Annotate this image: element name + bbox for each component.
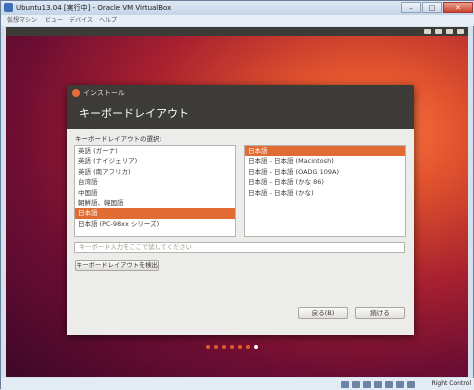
- progress-dots: [206, 345, 258, 349]
- virtualbox-window: Ubuntu13.04 [実行中] - Oracle VM VirtualBox…: [0, 0, 474, 390]
- menu-devices[interactable]: デバイス: [69, 15, 93, 26]
- menu-machine[interactable]: 仮想マシン: [7, 15, 37, 26]
- installer-dialog: インストール キーボードレイアウト キーボードレイアウトの選択: 英語 (ガーナ…: [67, 85, 414, 335]
- host-key-label: Right Control: [431, 380, 471, 387]
- variant-item[interactable]: 日本語 - 日本語 (Macintosh): [245, 156, 405, 166]
- layout-item[interactable]: 台湾語: [75, 177, 235, 187]
- layout-select-label: キーボードレイアウトの選択:: [75, 135, 162, 143]
- variant-item-selected[interactable]: 日本語: [245, 146, 405, 157]
- progress-dot-current: [254, 345, 258, 349]
- keyboard-indicator-icon[interactable]: [424, 29, 431, 34]
- dialog-header: インストール キーボードレイアウト: [67, 85, 414, 129]
- dialog-title: インストール: [83, 89, 125, 97]
- guest-screen: インストール キーボードレイアウト キーボードレイアウトの選択: 英語 (ガーナ…: [6, 27, 468, 377]
- window-title: Ubuntu13.04 [実行中] - Oracle VM VirtualBox: [16, 4, 172, 12]
- virtualbox-icon: [4, 3, 13, 12]
- progress-dot: [246, 345, 250, 349]
- page-heading: キーボードレイアウト: [79, 107, 189, 120]
- network-icon[interactable]: [435, 29, 442, 34]
- title-bar: Ubuntu13.04 [実行中] - Oracle VM VirtualBox…: [1, 1, 474, 15]
- optical-drive-icon[interactable]: [352, 381, 360, 388]
- close-button[interactable]: ✕: [443, 2, 473, 13]
- hard-disk-icon[interactable]: [341, 381, 349, 388]
- layout-item[interactable]: 英語 (ガーナ): [75, 146, 235, 156]
- layout-list[interactable]: 英語 (ガーナ) 英語 (ナイジェリア) 英語 (南アフリカ) 台湾語 中国語 …: [74, 145, 236, 237]
- progress-dot: [230, 345, 234, 349]
- power-icon[interactable]: [457, 29, 464, 34]
- keyboard-test-input[interactable]: キーボード入力をここで試してください: [74, 242, 405, 253]
- back-button[interactable]: 戻る(B): [298, 307, 348, 319]
- host-key-icon: [407, 381, 415, 388]
- dialog-close-icon[interactable]: [72, 89, 80, 97]
- layout-item[interactable]: 中国語: [75, 188, 235, 198]
- variant-item[interactable]: 日本語 - 日本語 (かな): [245, 188, 405, 198]
- layout-item-selected[interactable]: 日本語: [75, 208, 235, 219]
- progress-dot: [238, 345, 242, 349]
- variant-item[interactable]: 日本語 - 日本語 (OADG 109A): [245, 167, 405, 177]
- layout-item[interactable]: 日本語 (PC-98xx シリーズ): [75, 219, 235, 229]
- minimize-button[interactable]: –: [401, 2, 421, 13]
- progress-dot: [214, 345, 218, 349]
- network-adapter-icon[interactable]: [385, 381, 393, 388]
- variant-list[interactable]: 日本語 日本語 - 日本語 (Macintosh) 日本語 - 日本語 (OAD…: [244, 145, 406, 237]
- variant-item[interactable]: 日本語 - 日本語 (かな 86): [245, 177, 405, 187]
- status-bar: Right Control: [1, 378, 474, 390]
- progress-dot: [222, 345, 226, 349]
- shared-folders-icon[interactable]: [374, 381, 382, 388]
- continue-button[interactable]: 続ける: [355, 307, 405, 319]
- menu-help[interactable]: ヘルプ: [99, 15, 117, 26]
- maximize-button[interactable]: □: [422, 2, 442, 13]
- menu-bar: 仮想マシン ビュー デバイス ヘルプ: [1, 15, 474, 26]
- layout-item[interactable]: 英語 (南アフリカ): [75, 167, 235, 177]
- detect-layout-button[interactable]: キーボードレイアウトを検出: [75, 260, 159, 271]
- usb-icon[interactable]: [363, 381, 371, 388]
- layout-item[interactable]: 英語 (ナイジェリア): [75, 156, 235, 166]
- progress-dot: [206, 345, 210, 349]
- ubuntu-top-panel: [6, 27, 468, 36]
- mouse-integration-icon[interactable]: [396, 381, 404, 388]
- layout-item[interactable]: 朝鮮語、韓国語: [75, 198, 235, 208]
- volume-icon[interactable]: [446, 29, 453, 34]
- menu-view[interactable]: ビュー: [45, 15, 63, 26]
